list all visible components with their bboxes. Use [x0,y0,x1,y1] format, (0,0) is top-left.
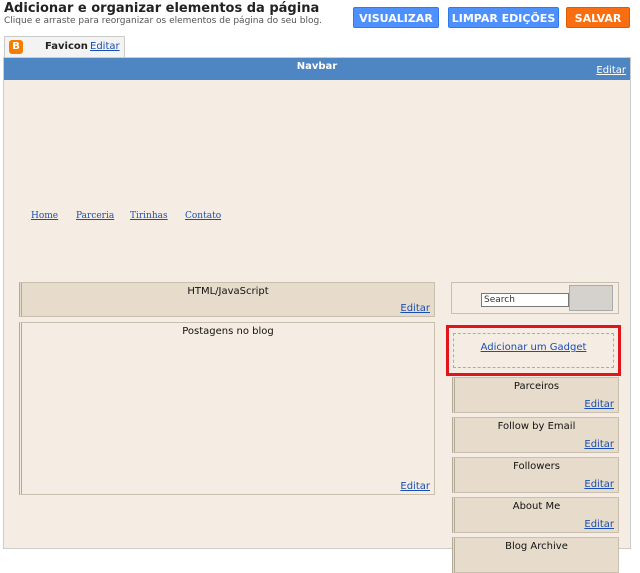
tab-tirinhas[interactable]: Tirinhas [130,211,168,221]
gadget-edit-link[interactable]: Editar [584,519,614,530]
search-input[interactable]: Search [481,293,569,307]
gadget-title: Followers [513,461,560,472]
tab-contato[interactable]: Contato [185,211,221,221]
add-gadget-highlight: Adicionar um Gadget [446,325,621,376]
add-gadget-link[interactable]: Adicionar um Gadget [454,342,613,353]
partners-gadget[interactable]: Parceiros Editar [452,377,619,413]
favicon-edit-link[interactable]: Editar [90,41,120,52]
layout-canvas: Navbar Editar Home Parceria Tirinhas Con… [3,57,631,573]
gadget-title: HTML/JavaScript [187,286,269,297]
save-button[interactable]: SALVAR [566,7,630,28]
about-me-gadget[interactable]: About Me Editar [452,497,619,533]
gadget-title: Follow by Email [497,421,576,432]
navbar-gadget[interactable]: Navbar Editar [4,58,630,80]
top-bar: Adicionar e organizar elementos da págin… [0,0,640,34]
html-javascript-gadget[interactable]: HTML/JavaScript Editar [19,282,435,317]
preview-button[interactable]: VISUALIZAR [353,7,439,28]
favicon-label: Favicon [45,41,88,52]
gadget-edit-link[interactable]: Editar [400,303,430,314]
page-title: Adicionar e organizar elementos da págin… [4,1,320,16]
gadget-edit-link[interactable]: Editar [400,481,430,492]
add-gadget-box[interactable]: Adicionar um Gadget [453,333,614,368]
gadget-title: Blog Archive [505,541,568,552]
search-gadget: Search [451,282,619,314]
blogger-logo-icon: B [9,40,23,54]
navbar-title: Navbar [296,61,338,72]
tab-home[interactable]: Home [31,211,58,221]
gadget-edit-link[interactable]: Editar [584,439,614,450]
gadget-title: Parceiros [513,381,560,392]
page-subtitle: Clique e arraste para reorganizar os ele… [4,16,323,26]
blog-archive-gadget[interactable]: Blog Archive [452,537,619,573]
follow-by-email-gadget[interactable]: Follow by Email Editar [452,417,619,453]
gadget-title: Postagens no blog [182,326,274,337]
favicon-gadget: B Favicon Editar [4,36,125,57]
navbar-edit-link[interactable]: Editar [596,65,626,76]
followers-gadget[interactable]: Followers Editar [452,457,619,493]
tab-parceria[interactable]: Parceria [76,211,114,221]
blog-posts-gadget[interactable]: Postagens no blog Editar [19,322,435,495]
clear-edits-button[interactable]: LIMPAR EDIÇÕES [448,7,559,28]
gadget-edit-link[interactable]: Editar [584,399,614,410]
search-button[interactable] [569,285,613,311]
gadget-edit-link[interactable]: Editar [584,479,614,490]
gadget-title: About Me [512,501,561,512]
